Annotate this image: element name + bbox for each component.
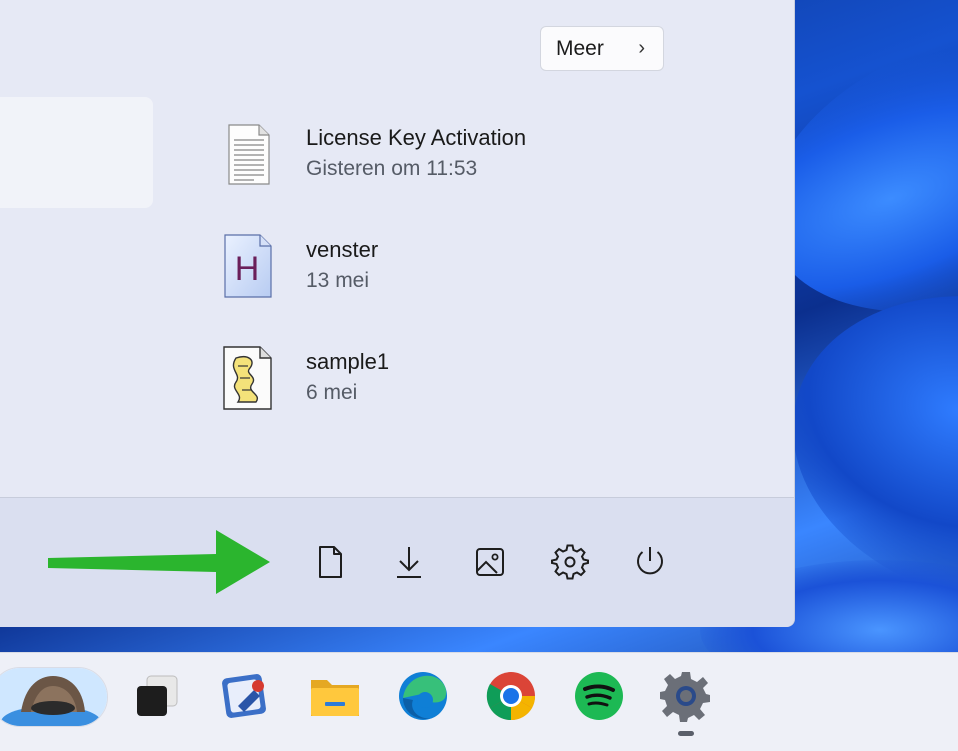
microsoft-edge-icon[interactable] xyxy=(395,668,451,724)
settings-icon[interactable] xyxy=(550,542,590,582)
recommended-item[interactable]: License Key Activation Gisteren om 11:53 xyxy=(222,122,642,192)
html-help-file-icon: H xyxy=(222,234,274,300)
power-icon[interactable] xyxy=(630,542,670,582)
recommended-item[interactable]: H venster 13 mei xyxy=(222,234,642,304)
task-view-icon[interactable] xyxy=(131,668,187,724)
documents-icon[interactable] xyxy=(310,542,350,582)
chevron-right-icon: › xyxy=(638,37,645,59)
svg-text:H: H xyxy=(235,250,260,288)
file-name: venster xyxy=(306,237,379,262)
recommended-item[interactable]: sample1 6 mei xyxy=(222,346,642,416)
recommended-section: Meer › License Key Activation Gisteren o… xyxy=(0,0,794,497)
photo-app-icon[interactable] xyxy=(218,668,274,724)
file-date: 13 mei xyxy=(306,269,370,292)
more-button[interactable]: Meer › xyxy=(540,26,664,71)
settings-app-icon[interactable] xyxy=(658,668,714,724)
text-document-icon xyxy=(222,122,274,188)
annotation-arrow xyxy=(46,528,272,596)
google-chrome-icon[interactable] xyxy=(483,668,539,724)
search-widget[interactable] xyxy=(0,667,108,727)
file-name: License Key Activation xyxy=(306,125,527,150)
more-button-label: Meer xyxy=(556,36,604,60)
script-scroll-file-icon xyxy=(222,346,274,412)
file-date: 6 mei xyxy=(306,381,358,404)
file-date: Gisteren om 11:53 xyxy=(306,157,478,180)
file-explorer-icon[interactable] xyxy=(307,668,363,724)
file-name: sample1 xyxy=(306,349,390,374)
pictures-icon[interactable] xyxy=(470,542,510,582)
downloads-icon[interactable] xyxy=(389,542,429,582)
spotify-icon[interactable] xyxy=(571,668,627,724)
running-indicator xyxy=(678,731,694,736)
pinned-tile[interactable] xyxy=(0,97,153,208)
